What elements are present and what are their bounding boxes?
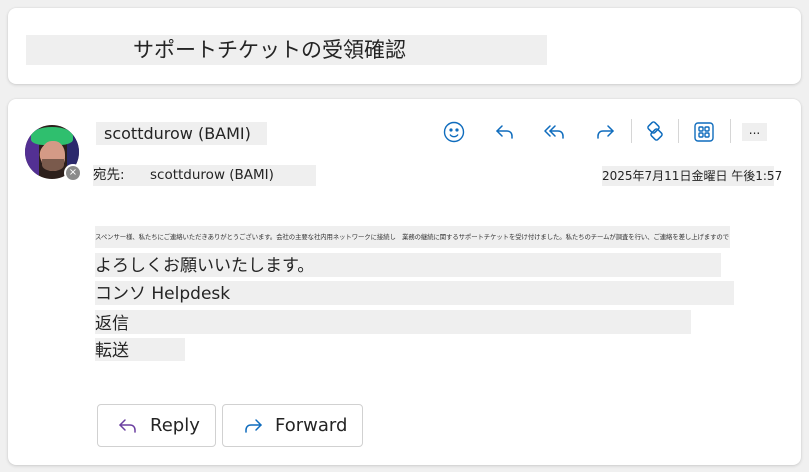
- toolbar-divider: [678, 119, 679, 143]
- message-signature: コンソ Helpdesk: [95, 281, 734, 305]
- recipient-row: 宛先: scottdurow (BAMI): [93, 165, 316, 186]
- email-subject: サポートチケットの受領確認: [26, 35, 547, 65]
- sender-name[interactable]: scottdurow (BAMI): [96, 122, 267, 145]
- more-actions-button[interactable]: ...: [742, 123, 767, 141]
- presence-offline-icon: ×: [64, 164, 82, 182]
- recipient-name[interactable]: scottdurow (BAMI): [150, 165, 274, 186]
- loop-icon: [647, 121, 663, 141]
- subject-card: サポートチケットの受領確認: [8, 8, 801, 84]
- to-label: 宛先:: [93, 167, 125, 183]
- smiley-icon: [443, 121, 465, 143]
- emoji-react-button[interactable]: [438, 116, 470, 148]
- reply-all-toolbar-button[interactable]: [539, 116, 571, 148]
- message-card: × scottdurow (BAMI) 宛先: scottdurow (BAMI…: [8, 99, 801, 465]
- apps-grid-icon: [694, 122, 714, 142]
- reply-button[interactable]: Reply: [97, 404, 216, 447]
- reply-icon: [119, 418, 136, 433]
- message-closing: よろしくお願いいたします。: [95, 253, 721, 277]
- forward-icon: [245, 418, 262, 433]
- message-body-intro: スペンサー様、私たちにご連絡いただきありがとうございます。会社の主要な社内用ネッ…: [95, 226, 730, 248]
- apps-toolbar-button[interactable]: [688, 116, 720, 148]
- sent-date: 2025年7月11日金曜日 午後1:57: [602, 166, 782, 186]
- forward-toolbar-button[interactable]: [589, 116, 621, 148]
- body-forward-link[interactable]: 転送: [95, 338, 185, 361]
- reply-toolbar-button[interactable]: [489, 116, 521, 148]
- loop-toolbar-button[interactable]: [639, 116, 671, 148]
- forward-button[interactable]: Forward: [222, 404, 363, 447]
- reply-all-icon: [544, 125, 564, 139]
- toolbar-divider: [631, 119, 632, 143]
- forward-icon: [597, 125, 614, 139]
- reply-button-label: Reply: [150, 415, 200, 436]
- reply-icon: [496, 125, 513, 139]
- toolbar-divider: [730, 119, 731, 143]
- body-reply-link[interactable]: 返信: [95, 310, 691, 334]
- forward-button-label: Forward: [275, 415, 348, 436]
